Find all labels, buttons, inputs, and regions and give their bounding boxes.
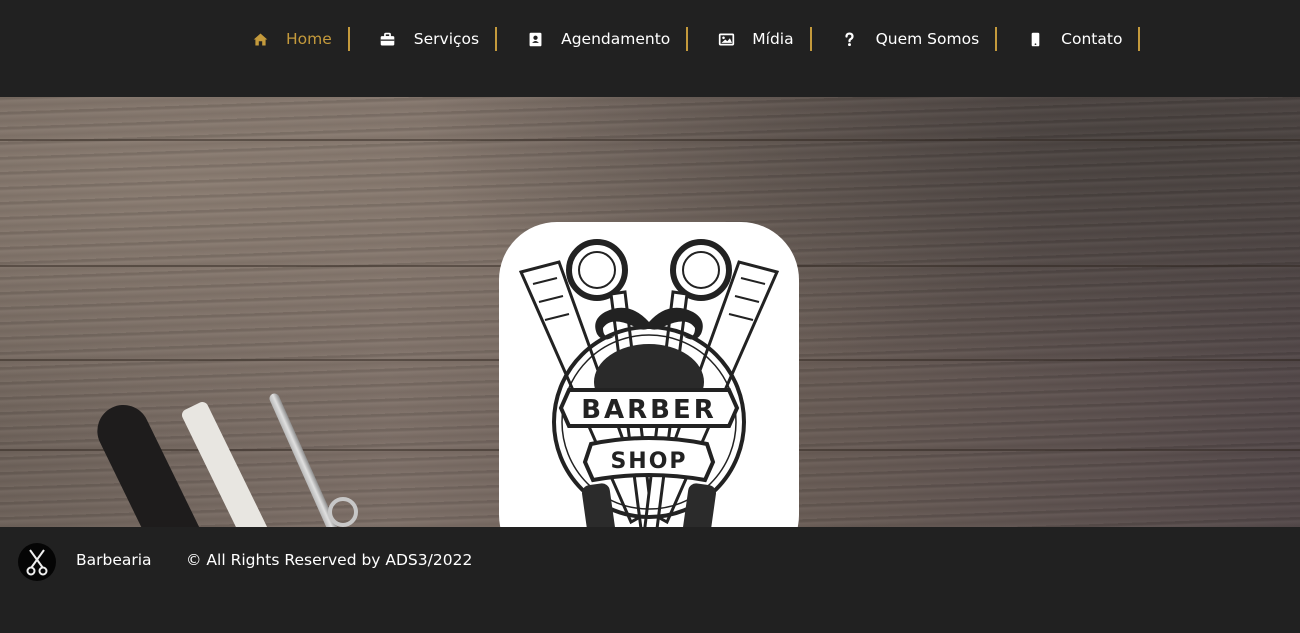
scissors-ring-image <box>328 497 358 527</box>
razor-blade-image <box>179 399 285 527</box>
nav-item-agendamento[interactable]: Agendamento <box>525 27 689 51</box>
briefcase-icon <box>378 29 398 49</box>
wood-plank-line <box>0 139 1300 141</box>
home-icon <box>250 29 270 49</box>
nav-menu: Home Serviços Agendamento Mídia Quem Som… <box>250 26 1168 52</box>
nav-item-label: Home <box>286 30 332 48</box>
mobile-phone-icon <box>1025 29 1045 49</box>
nav-item-contato[interactable]: Contato <box>1025 27 1141 51</box>
nav-item-label: Quem Somos <box>875 30 980 48</box>
barber-shop-logo: BARBER SHOP <box>499 222 799 527</box>
nav-item-label: Mídia <box>752 30 794 48</box>
nav-item-midia[interactable]: Mídia <box>716 27 812 51</box>
nav-item-quem-somos[interactable]: Quem Somos <box>840 27 998 51</box>
question-icon <box>840 29 860 49</box>
contact-book-icon <box>525 29 545 49</box>
nav-item-label: Contato <box>1061 30 1123 48</box>
nav-item-home[interactable]: Home <box>250 27 350 51</box>
hero-banner: BARBER SHOP <box>0 97 1300 527</box>
page-footer: Barbearia © All Rights Reserved by ADS3/… <box>0 527 1300 633</box>
image-icon <box>716 29 736 49</box>
nav-item-servicos[interactable]: Serviços <box>378 27 498 51</box>
scissors-icon <box>18 543 56 581</box>
top-navigation: Home Serviços Agendamento Mídia Quem Som… <box>0 0 1300 97</box>
logo-text-shop: SHOP <box>610 449 687 474</box>
footer-brand: Barbearia <box>76 551 152 569</box>
nav-item-label: Agendamento <box>561 30 671 48</box>
nav-item-label: Serviços <box>413 30 480 48</box>
footer-copyright: © All Rights Reserved by ADS3/2022 <box>186 551 473 569</box>
logo-text-barber: BARBER <box>581 395 717 425</box>
